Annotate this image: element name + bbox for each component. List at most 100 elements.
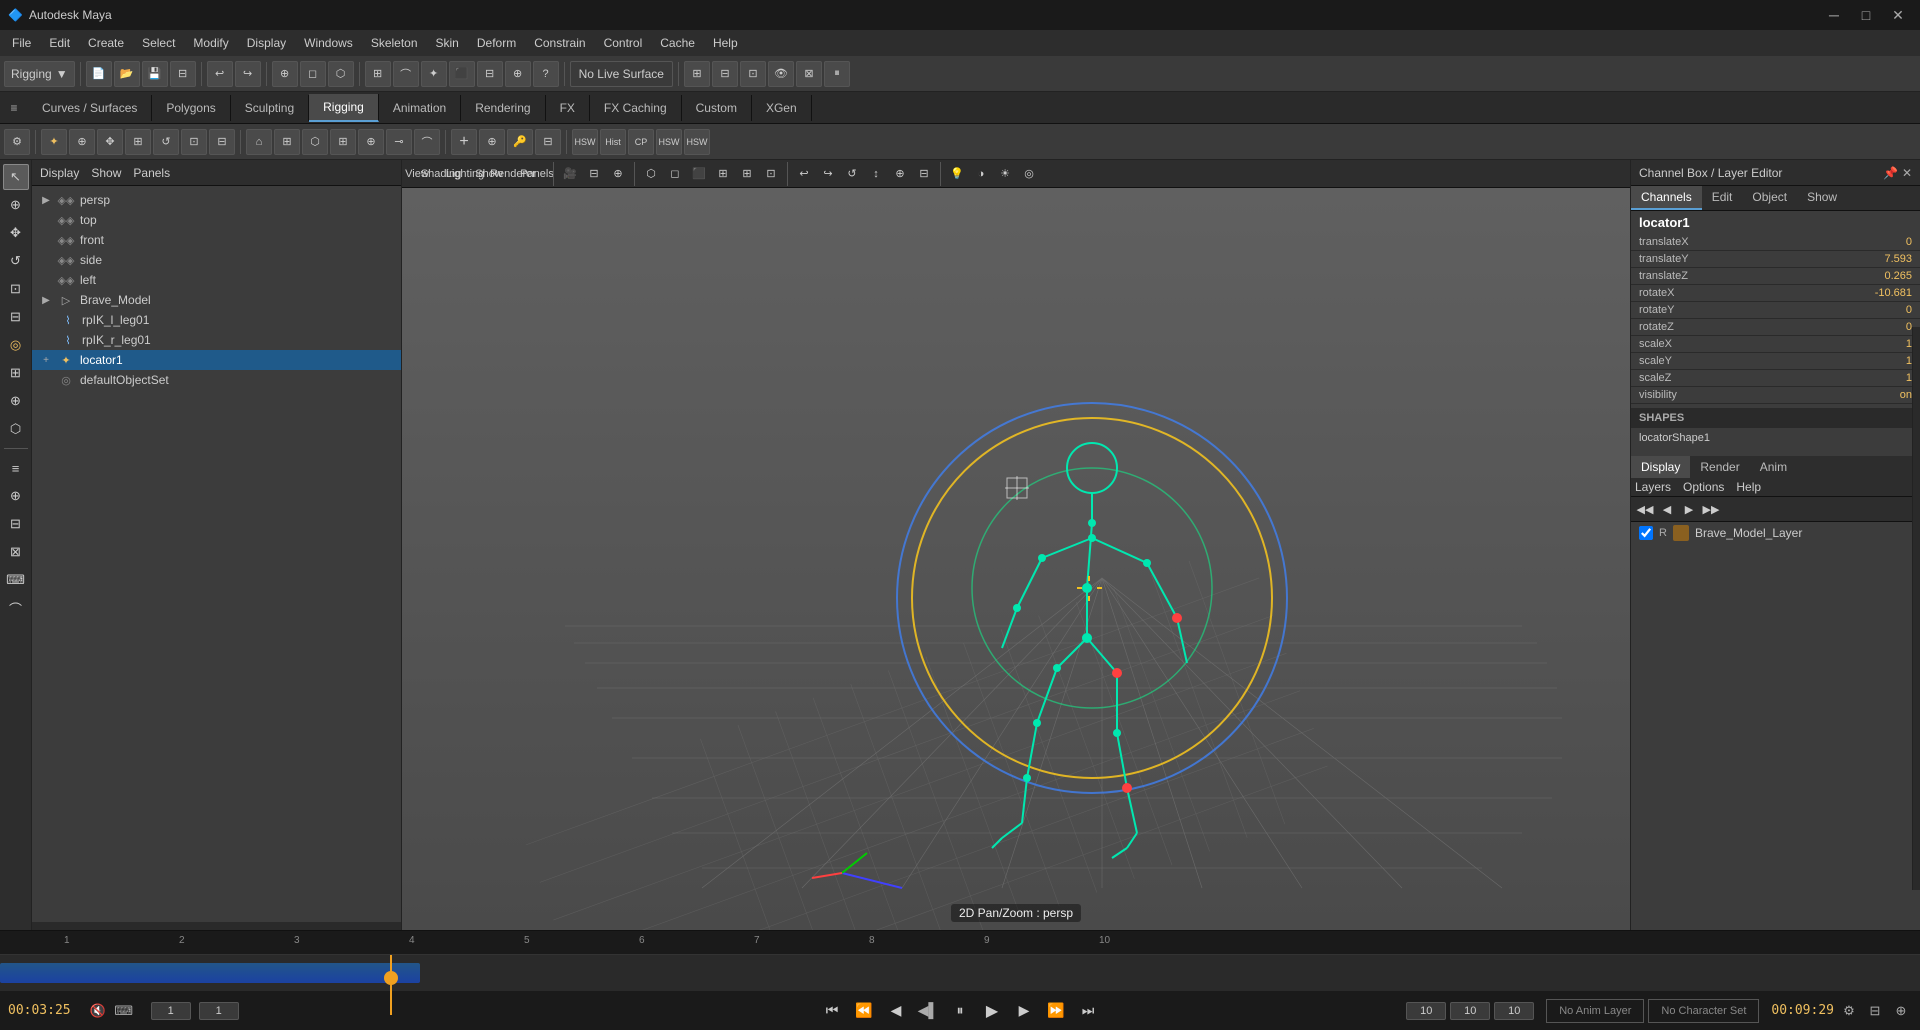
snap-curve-btn[interactable]: ⌒ [393,61,419,87]
stop-btn[interactable]: ⏸ [946,997,974,1025]
redo-cam-btn[interactable]: ↪ [817,163,839,185]
outliner-item-persp[interactable]: ▶ ◈◈ persp [32,190,401,210]
new-scene-btn[interactable]: 📄 [86,61,112,87]
viewport-canvas[interactable]: 2D Pan/Zoom : persp [402,188,1630,930]
tab-sculpting[interactable]: Sculpting [231,95,309,121]
hsw-2-btn[interactable]: HSW [656,129,682,155]
outliner-panels-menu[interactable]: Panels [133,166,170,180]
tab-rigging[interactable]: Rigging [309,94,379,122]
menu-constrain[interactable]: Constrain [526,34,593,52]
plus-btn[interactable]: + [451,129,477,155]
step-back-btn[interactable]: ⏪ [850,997,878,1025]
outliner-show-menu[interactable]: Show [91,166,121,180]
scale-tool-btn[interactable]: ⊡ [181,129,207,155]
next-frame-btn[interactable]: ▶ [1010,997,1038,1025]
cb-attr-scaleZ[interactable]: scaleZ 1 [1631,370,1920,387]
open-scene-btn[interactable]: 📂 [114,61,140,87]
le-btn-1[interactable]: ◀◀ [1635,499,1655,519]
le-menu-layers[interactable]: Layers [1635,480,1671,494]
dolly-btn[interactable]: ⊕ [889,163,911,185]
go-to-end-btn[interactable]: ⏭ [1074,997,1102,1025]
le-menu-help[interactable]: Help [1736,480,1761,494]
tangent-btn[interactable]: ⊟ [535,129,561,155]
grid-btn[interactable]: ⊞ [736,163,758,185]
rotate-lt[interactable]: ↺ [3,248,29,274]
right-panel-close[interactable]: ✕ [1902,166,1912,180]
expand-btn[interactable]: ⊕ [1890,1000,1912,1022]
move-lt[interactable]: ✥ [3,220,29,246]
le-menu-options[interactable]: Options [1683,480,1724,494]
snap-grid-btn[interactable]: ⊞ [365,61,391,87]
le-tab-anim[interactable]: Anim [1750,456,1797,478]
le-btn-4[interactable]: ▶▶ [1701,499,1721,519]
outliner-item-rpik-r[interactable]: ⌇ rpIK_r_leg01 [32,330,401,350]
menu-create[interactable]: Create [80,34,132,52]
cb-tab-show[interactable]: Show [1797,186,1847,210]
vp-menu-panels[interactable]: Panels [526,163,548,185]
soft-select-btn[interactable]: ⌂ [246,129,272,155]
cb-tab-edit[interactable]: Edit [1702,186,1743,210]
le-tab-render[interactable]: Render [1690,456,1749,478]
timeline-options-btn[interactable]: ⊟ [1864,1000,1886,1022]
script-lt[interactable]: ⌨ [3,567,29,593]
le-tab-display[interactable]: Display [1631,456,1690,478]
menu-modify[interactable]: Modify [185,34,236,52]
layer-lt[interactable]: ≡ [3,455,29,481]
cb-attr-translateZ[interactable]: translateZ 0.265 [1631,268,1920,285]
outliner-item-locator1[interactable]: + ✦ locator1 [32,350,401,370]
wireframe-btn[interactable]: ◻ [664,163,686,185]
deform-lt[interactable]: ⬡ [3,416,29,442]
outliner-item-front[interactable]: ▶ ◈◈ front [32,230,401,250]
cb-attr-scaleX[interactable]: scaleX 1 [1631,336,1920,353]
hsw-3-btn[interactable]: HSW [684,129,710,155]
save-scene-btn[interactable]: 💾 [142,61,168,87]
menu-display[interactable]: Display [239,34,294,52]
le-btn-3[interactable]: ▶ [1679,499,1699,519]
show-render-btn[interactable]: 👁 [768,61,794,87]
snap-point-btn[interactable]: ✦ [421,61,447,87]
vp-menu-lighting[interactable]: Lighting [454,163,476,185]
track-btn[interactable]: ↕ [865,163,887,185]
ssao-btn[interactable]: ◎ [1018,163,1040,185]
show-manipulator-lt[interactable]: ⊞ [3,360,29,386]
tab-rendering[interactable]: Rendering [461,95,545,121]
workspace-dropdown[interactable]: Rigging ▼ [4,61,75,87]
redo-btn[interactable]: ↪ [235,61,261,87]
cp-btn[interactable]: CP [628,129,654,155]
universal-lt[interactable]: ⊟ [3,304,29,330]
outliner-hscroll[interactable] [32,922,401,930]
render-current-btn[interactable]: ⊟ [712,61,738,87]
curve-tool-btn[interactable]: ⌒ [414,129,440,155]
smooth-btn[interactable]: ⬛ [688,163,710,185]
menu-cache[interactable]: Cache [652,34,703,52]
outliner-item-side[interactable]: ▶ ◈◈ side [32,250,401,270]
save-as-btn[interactable]: ⊟ [170,61,196,87]
menu-deform[interactable]: Deform [469,34,524,52]
snap-lt[interactable]: ⊕ [3,388,29,414]
paint-btn-lt[interactable]: ⊕ [3,192,29,218]
tumble-btn[interactable]: ↺ [841,163,863,185]
zoom-btn[interactable]: ⊟ [913,163,935,185]
resolution-btn[interactable]: ⊡ [760,163,782,185]
right-panel-pin[interactable]: 📌 [1883,166,1898,180]
cb-attr-rotateX[interactable]: rotateX -10.681 [1631,285,1920,302]
paint-select-btn[interactable]: ⬡ [328,61,354,87]
prev-frame-btn[interactable]: ◀ [882,997,910,1025]
timeline-ruler[interactable]: 1 2 3 4 5 6 7 8 9 10 [0,931,1920,955]
hsw-1-btn[interactable]: HSW [572,129,598,155]
wire-btn[interactable]: ⬡ [302,129,328,155]
camera-select-btn[interactable]: 🎥 [559,163,581,185]
snap-view-btn[interactable]: ⊟ [477,61,503,87]
settings-btn[interactable]: ⚙ [4,129,30,155]
tab-animation[interactable]: Animation [379,95,461,121]
cb-attr-scaleY[interactable]: scaleY 1 [1631,353,1920,370]
curve-lt[interactable]: ⌒ [3,595,29,621]
layer-visible-checkbox[interactable] [1639,526,1653,540]
ws-collapse-btn[interactable]: ≡ [0,92,28,124]
frame-input[interactable] [199,1002,239,1020]
hist-btn[interactable]: Hist [600,129,626,155]
component-btn[interactable]: ⊕ [358,129,384,155]
undo-cam-btn[interactable]: ↩ [793,163,815,185]
select-tool-btn[interactable]: ⊕ [272,61,298,87]
tab-curves-surfaces[interactable]: Curves / Surfaces [28,95,152,121]
